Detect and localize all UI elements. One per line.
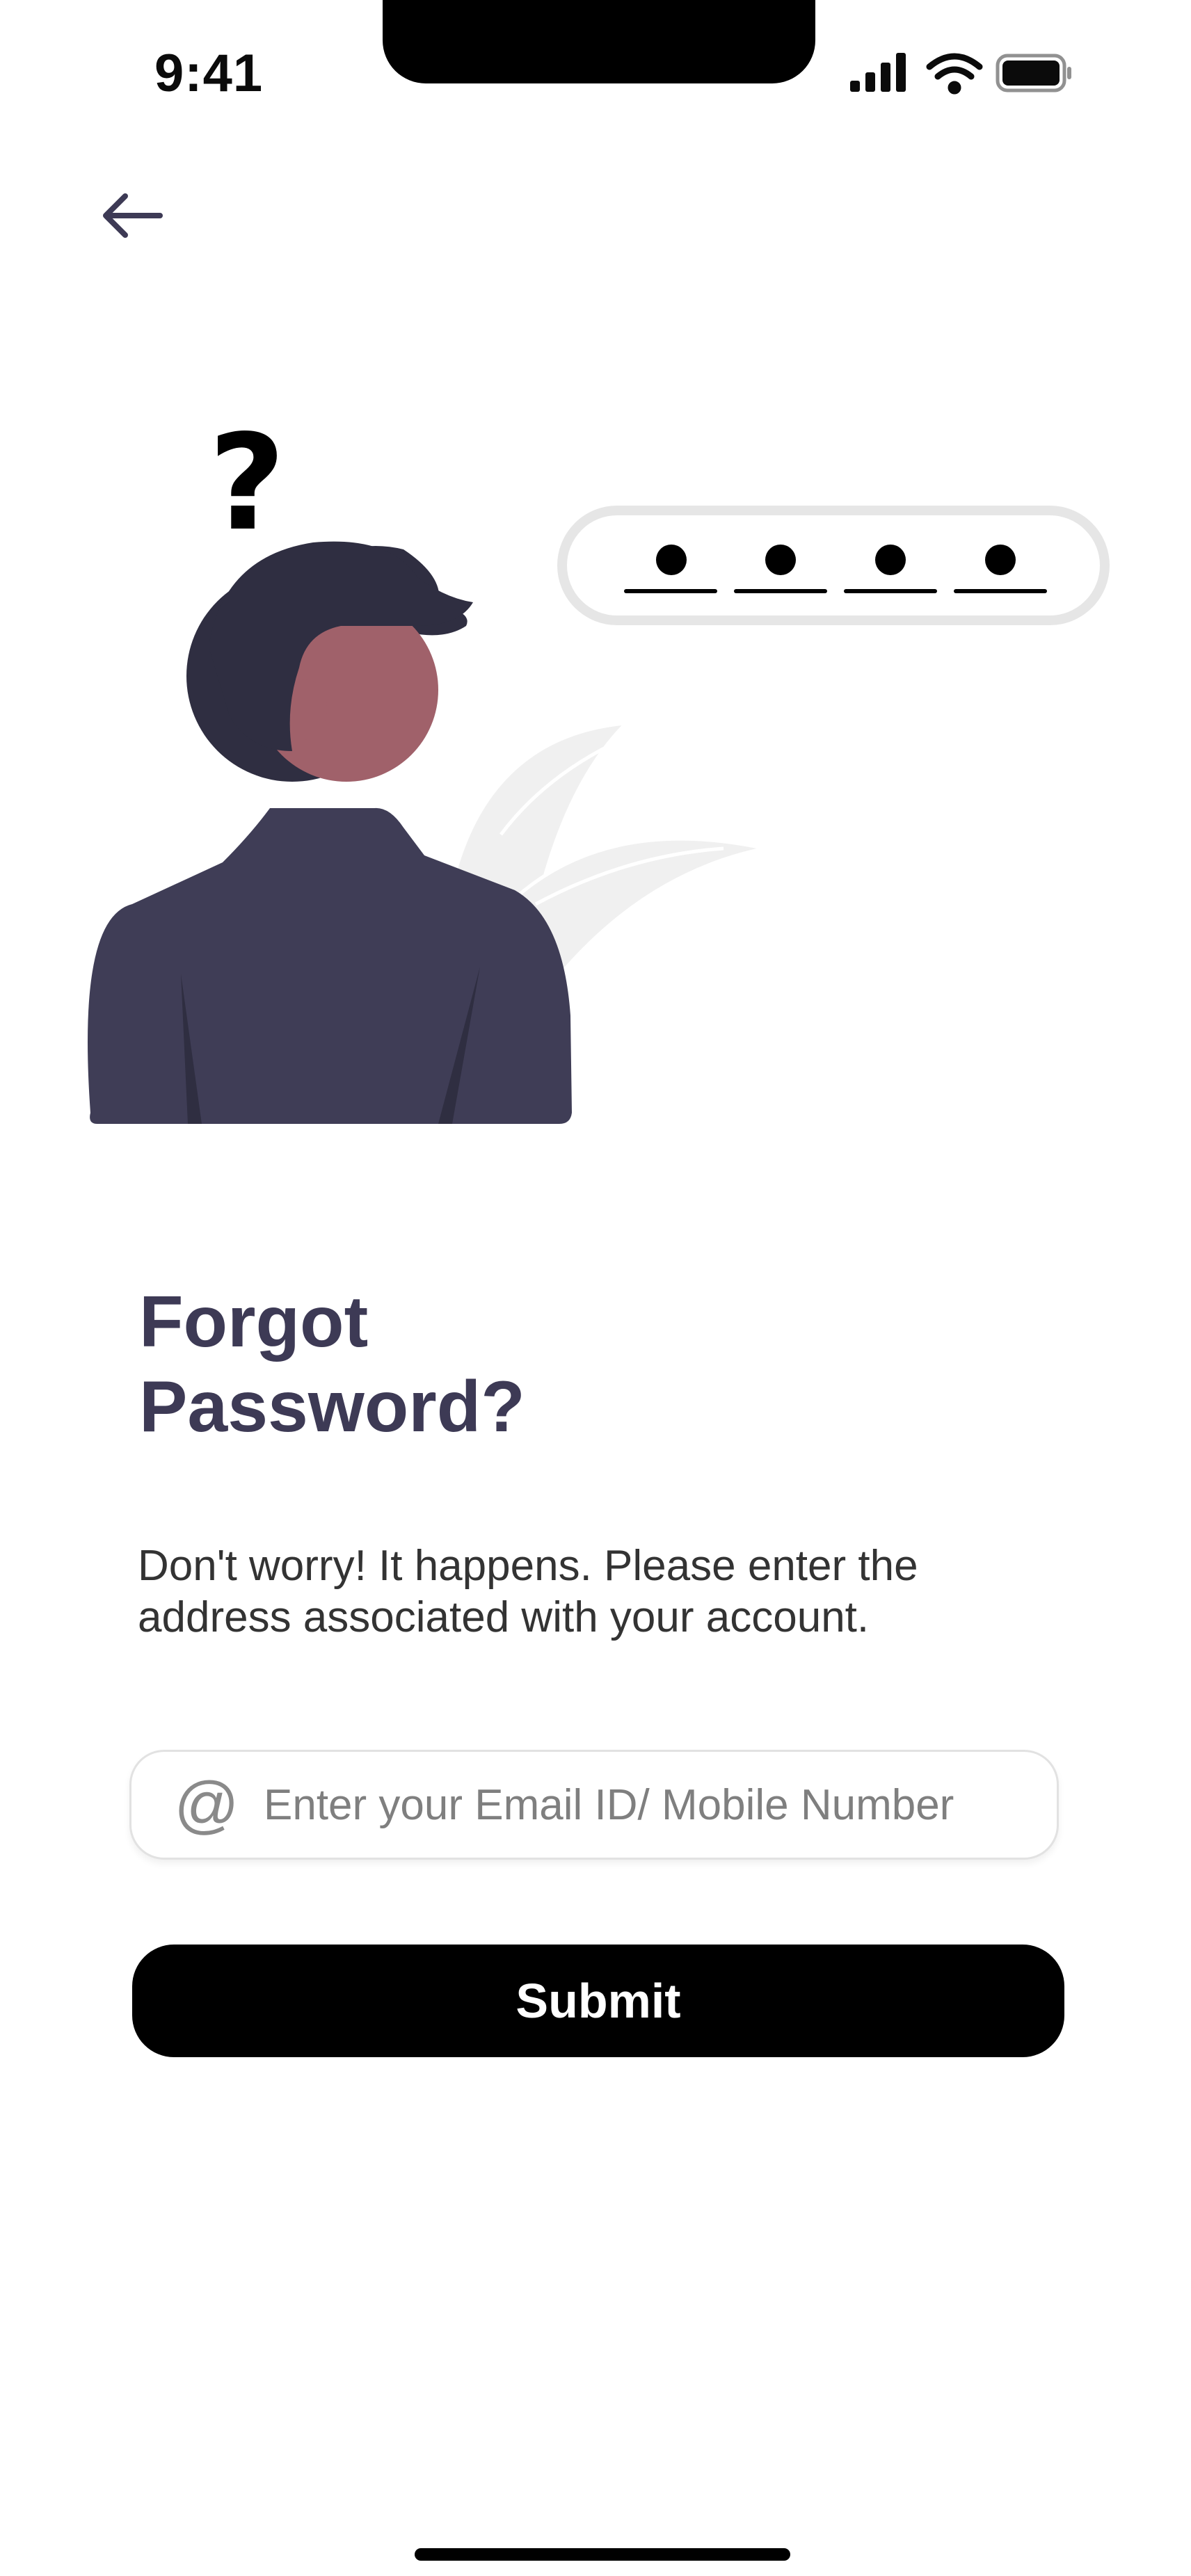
status-icons (850, 50, 1073, 99)
password-dots-pill (557, 506, 1110, 625)
title-line-2: Password? (139, 1367, 525, 1447)
title-line-1: Forgot (139, 1282, 369, 1362)
arrow-left-icon (103, 193, 163, 238)
page-title: Forgot Password? (139, 1280, 765, 1449)
home-indicator (415, 2548, 790, 2561)
instruction-text: Don't worry! It happens. Please enter th… (138, 1542, 918, 1641)
submit-button[interactable]: Submit (132, 1945, 1064, 2057)
forgot-password-illustration: ? (83, 406, 1127, 1127)
question-mark: ? (209, 417, 285, 560)
back-button[interactable] (97, 188, 167, 243)
signal-icon (850, 53, 906, 92)
battery-icon (996, 54, 1071, 92)
status-time: 9:41 (154, 44, 264, 103)
at-sign-icon: @ (174, 1769, 239, 1840)
wifi-icon (926, 53, 983, 95)
email-field[interactable]: @ (129, 1750, 1059, 1860)
email-input[interactable] (264, 1780, 1036, 1830)
device-notch (383, 0, 815, 83)
